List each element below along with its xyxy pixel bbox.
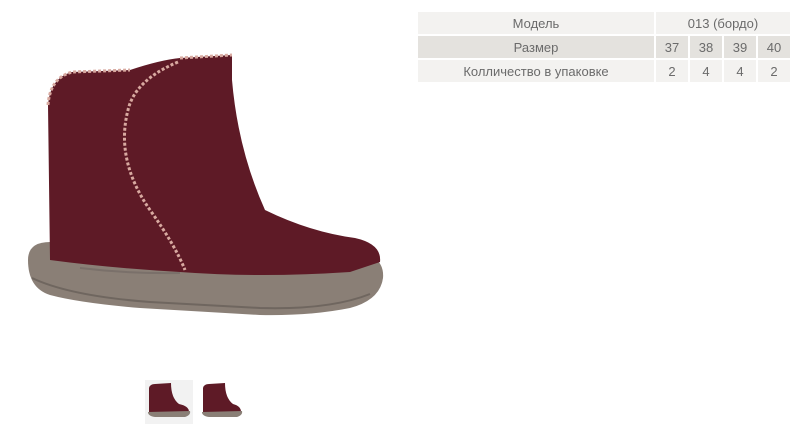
spec-row-quantity: Колличество в упаковке 2 4 4 2 [418, 60, 790, 82]
quantity-label: Колличество в упаковке [418, 60, 654, 82]
thumbnail-2[interactable] [197, 380, 245, 424]
size-label: Размер [418, 36, 654, 58]
quantity-cell: 2 [656, 60, 688, 82]
product-main-photo[interactable] [10, 10, 405, 375]
spec-row-size: Размер 37 38 39 40 [418, 36, 790, 58]
quantity-cell: 2 [758, 60, 790, 82]
size-cell: 40 [758, 36, 790, 58]
boot-image [28, 53, 384, 316]
product-gallery [0, 0, 410, 429]
spec-table: Модель 013 (бордо) Размер 37 38 39 40 Ко… [416, 10, 792, 84]
model-value: 013 (бордо) [656, 12, 790, 34]
quantity-cell: 4 [690, 60, 722, 82]
quantity-cell: 4 [724, 60, 756, 82]
size-cell: 39 [724, 36, 756, 58]
thumbnail-1[interactable] [145, 380, 193, 424]
thumbnail-strip [145, 380, 245, 424]
size-cell: 37 [656, 36, 688, 58]
size-cell: 38 [690, 36, 722, 58]
spec-row-model: Модель 013 (бордо) [418, 12, 790, 34]
model-label: Модель [418, 12, 654, 34]
